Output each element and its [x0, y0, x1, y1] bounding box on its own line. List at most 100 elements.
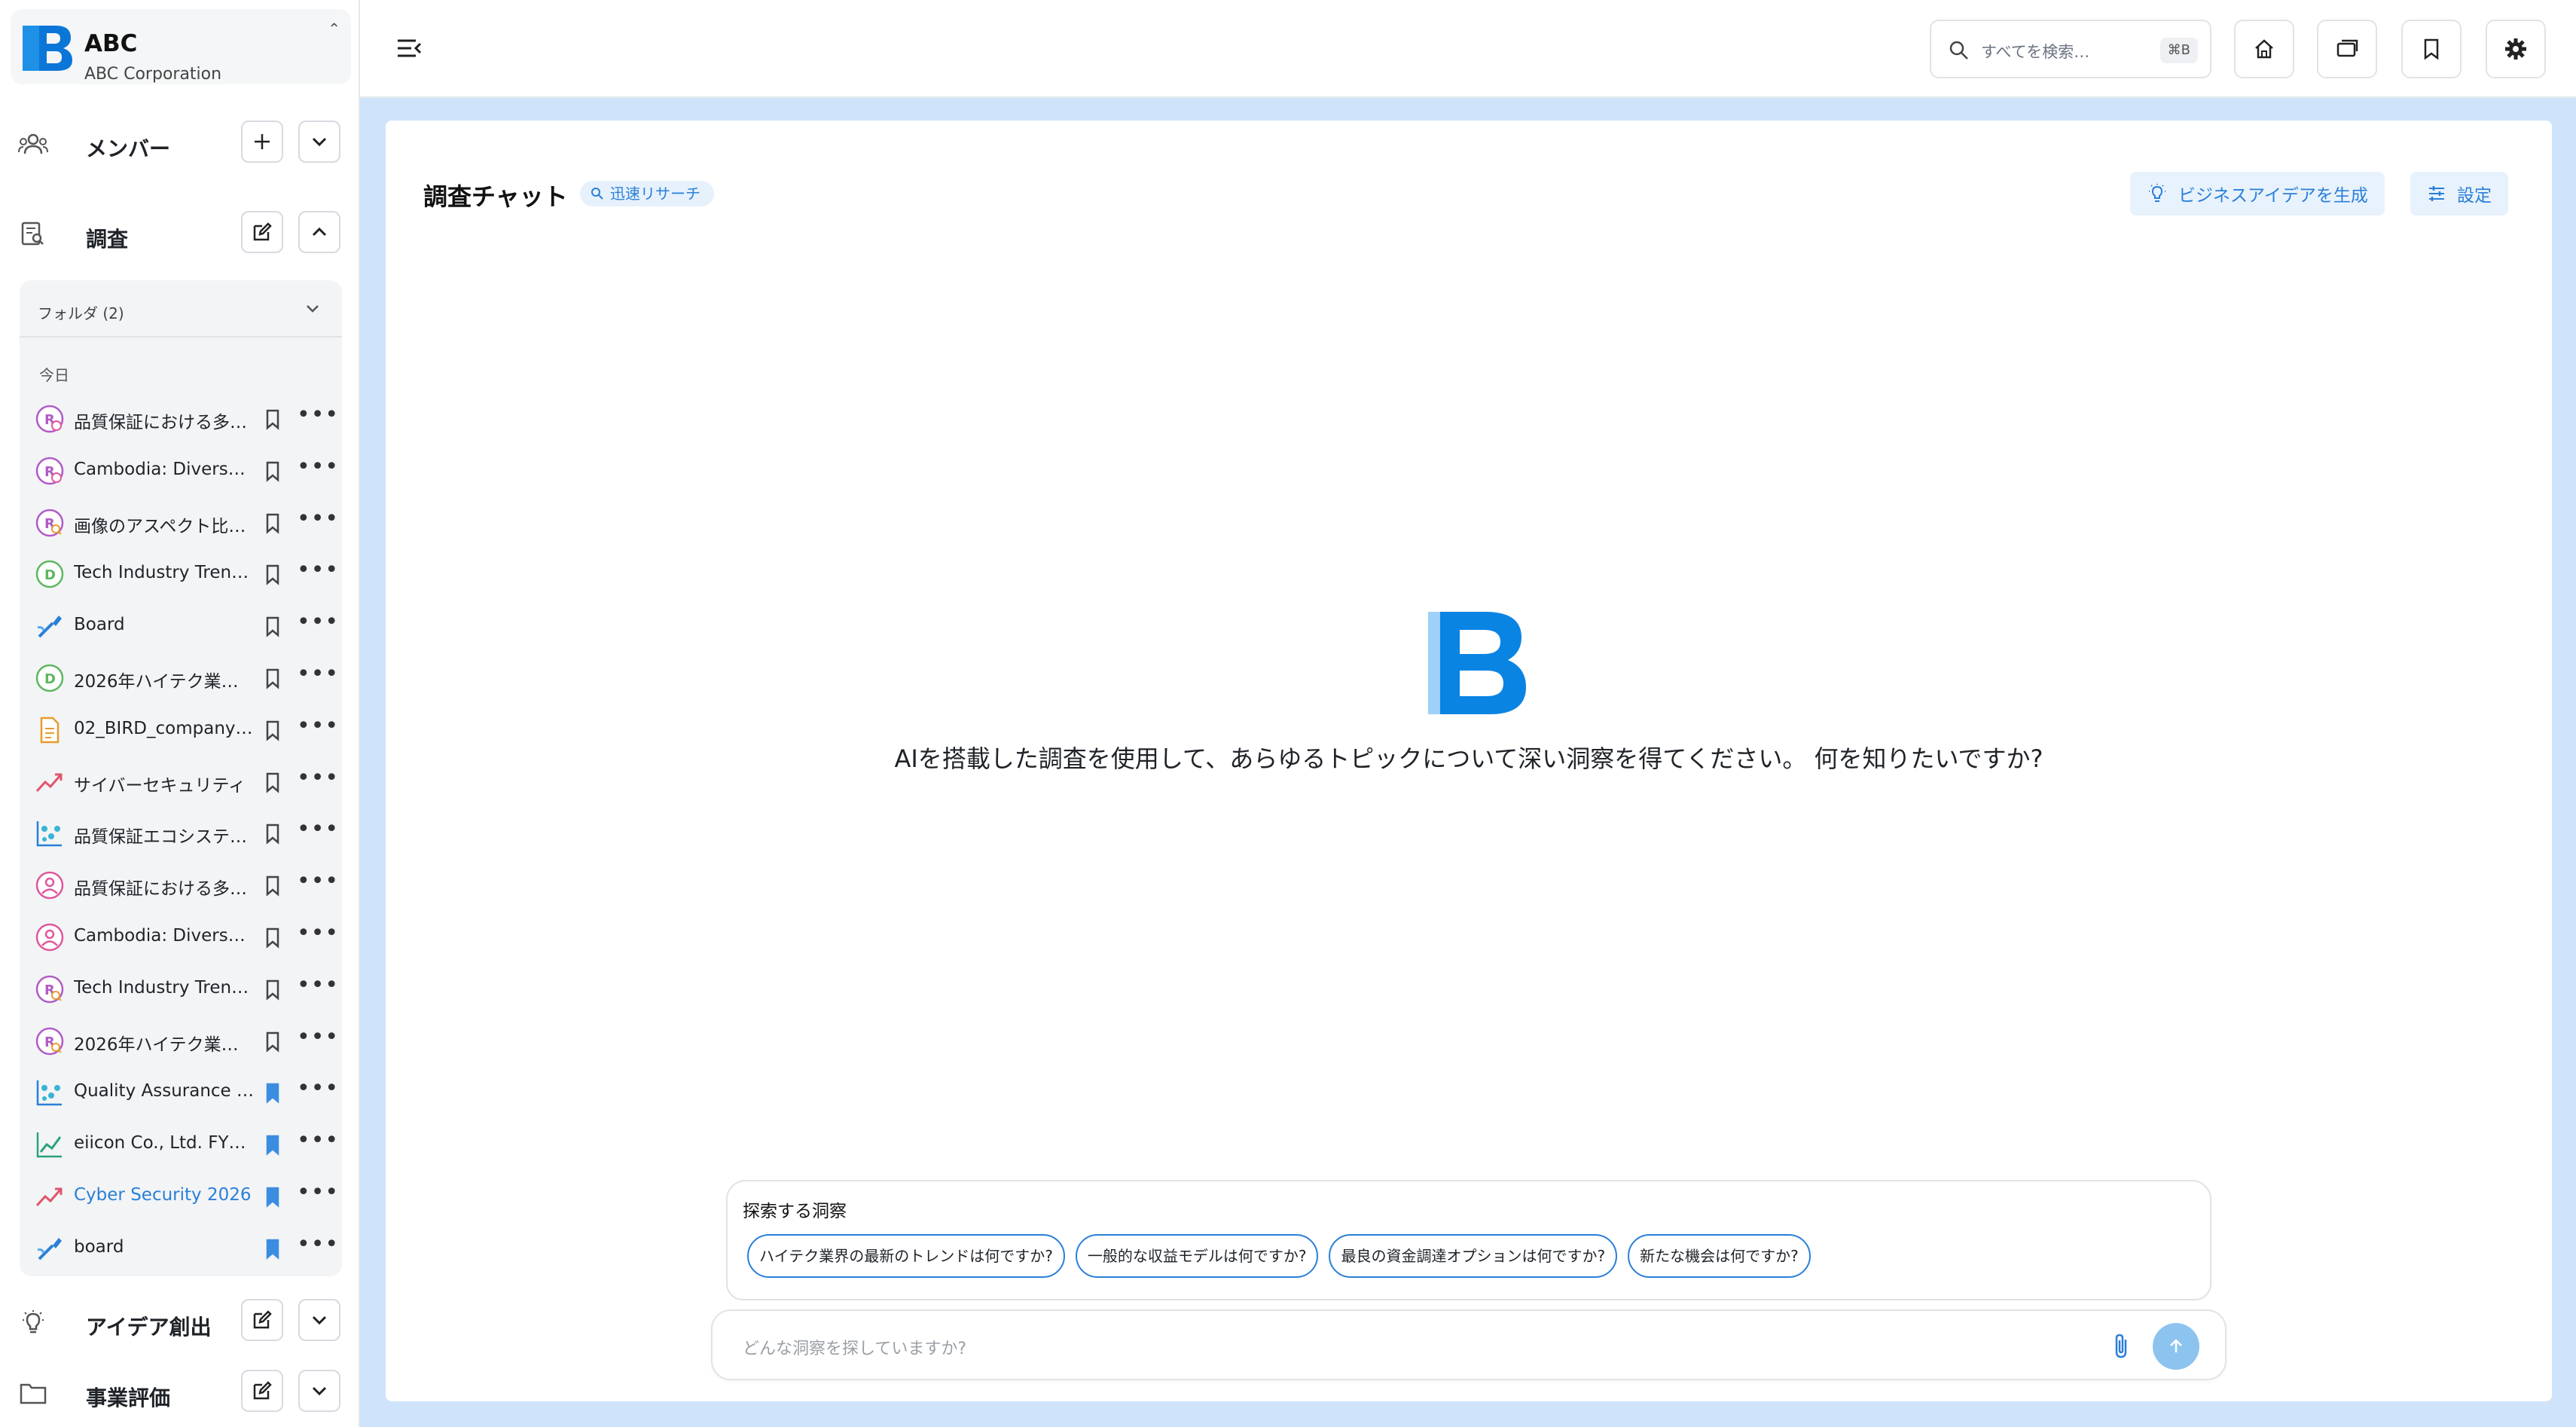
more-options-icon[interactable]: •••: [297, 818, 338, 848]
bookmark-icon[interactable]: [261, 1184, 285, 1209]
bookmark-icon[interactable]: [261, 977, 285, 1001]
list-item[interactable]: 02_BIRD_company_… •••: [20, 704, 342, 756]
library-button[interactable]: [2317, 20, 2377, 78]
ideas-expand-button[interactable]: [298, 1299, 340, 1341]
suggestion-chip[interactable]: 新たな機会は何ですか?: [1628, 1234, 1811, 1278]
list-item[interactable]: 品質保証における多… •••: [20, 860, 342, 911]
list-item-label: 品質保証における多…: [74, 879, 247, 900]
bookmark-icon[interactable]: [261, 511, 285, 535]
new-evaluation-button[interactable]: [241, 1370, 283, 1412]
more-options-icon[interactable]: •••: [297, 507, 338, 538]
section-evaluation[interactable]: 事業評価: [0, 1365, 359, 1419]
composer-input[interactable]: どんな洞察を探していますか?: [743, 1335, 966, 1359]
suggestion-chip[interactable]: 一般的な収益モデルは何ですか?: [1075, 1234, 1319, 1278]
list-item[interactable]: R 2026年ハイテク業… •••: [20, 1016, 342, 1067]
list-item-label: サイバーセキュリティ: [74, 775, 246, 796]
more-options-icon[interactable]: •••: [297, 559, 338, 589]
chevron-up-down-icon[interactable]: ⌃: [328, 20, 340, 38]
more-options-icon[interactable]: •••: [297, 455, 338, 486]
home-button[interactable]: [2234, 20, 2294, 78]
section-research-label: 調査: [86, 227, 129, 252]
more-options-icon[interactable]: •••: [297, 1025, 338, 1056]
chat-settings-button[interactable]: 設定: [2410, 172, 2508, 215]
list-item[interactable]: Cyber Security 2026 •••: [20, 1171, 342, 1222]
org-switcher[interactable]: ABC ABC Corporation ⌃: [11, 9, 351, 84]
home-icon: [2255, 39, 2273, 59]
research-search-icon: R: [35, 509, 64, 536]
list-item[interactable]: Quality Assurance … •••: [20, 1067, 342, 1118]
new-research-button[interactable]: [241, 211, 283, 253]
more-options-icon[interactable]: •••: [297, 1077, 338, 1108]
chevron-down-icon: [312, 1315, 327, 1325]
list-item-label: board: [74, 1236, 124, 1257]
bookmark-icon[interactable]: [261, 873, 285, 897]
paperclip-icon[interactable]: [2107, 1332, 2135, 1361]
message-composer[interactable]: どんな洞察を探していますか?: [711, 1309, 2227, 1380]
bookmark-icon[interactable]: [261, 1080, 285, 1105]
edit-icon: [253, 222, 272, 241]
more-options-icon[interactable]: •••: [297, 404, 338, 434]
bookmark-icon[interactable]: [261, 1236, 285, 1260]
list-item[interactable]: Cambodia: Diverse … •••: [20, 912, 342, 963]
research-list: フォルダ (2) 今日 R 品質保証における多… ••• R Cambodia: Div…: [20, 280, 342, 1276]
list-item[interactable]: board •••: [20, 1223, 342, 1274]
bookmark-icon[interactable]: [261, 562, 285, 586]
folder-toggle[interactable]: フォルダ (2): [20, 280, 342, 338]
send-button[interactable]: [2153, 1323, 2199, 1370]
mode-badge[interactable]: 迅速リサーチ: [580, 181, 714, 206]
section-ideas[interactable]: アイデア創出: [0, 1294, 359, 1349]
suggestion-chip[interactable]: 最良の資金調達オプションは何ですか?: [1329, 1234, 1618, 1278]
bookmark-icon[interactable]: [261, 1132, 285, 1157]
bookmark-icon[interactable]: [261, 925, 285, 949]
bookmark-icon[interactable]: [261, 614, 285, 638]
more-options-icon[interactable]: •••: [297, 1129, 338, 1160]
bookmarks-button[interactable]: [2401, 20, 2462, 78]
bookmark-icon[interactable]: [261, 666, 285, 690]
collapse-sidebar-icon[interactable]: [393, 33, 423, 63]
list-item[interactable]: Board •••: [20, 600, 342, 652]
members-expand-button[interactable]: [298, 121, 340, 163]
bookmark-icon[interactable]: [261, 1029, 285, 1053]
section-research[interactable]: 調査: [0, 206, 359, 261]
bookmark-icon[interactable]: [261, 459, 285, 483]
research-icon: R: [35, 405, 64, 433]
evaluation-expand-button[interactable]: [298, 1370, 340, 1412]
section-members[interactable]: メンバー: [0, 116, 359, 170]
more-options-icon[interactable]: •••: [297, 973, 338, 1004]
list-item[interactable]: サイバーセキュリティ •••: [20, 756, 342, 808]
list-item[interactable]: D Tech Industry Trend… •••: [20, 548, 342, 600]
more-options-icon[interactable]: •••: [297, 1233, 338, 1264]
list-item[interactable]: D 2026年ハイテク業… •••: [20, 652, 342, 704]
list-item[interactable]: 品質保証エコシステ… •••: [20, 808, 342, 859]
bookmark-icon: [2424, 38, 2439, 60]
add-member-button[interactable]: [241, 121, 283, 163]
list-item[interactable]: R 画像のアスペクト比… •••: [20, 497, 342, 548]
bookmark-icon[interactable]: [261, 407, 285, 431]
more-options-icon[interactable]: •••: [297, 922, 338, 952]
bookmark-icon[interactable]: [261, 821, 285, 845]
list-item[interactable]: eiicon Co., Ltd. FY2… •••: [20, 1119, 342, 1170]
settings-gear-button[interactable]: [2486, 20, 2546, 78]
group-label-today: 今日: [39, 366, 69, 384]
list-item[interactable]: R Tech Industry Trend… •••: [20, 964, 342, 1015]
list-item[interactable]: R 品質保証における多… •••: [20, 393, 342, 445]
global-search[interactable]: すべてを検索… ⌘B: [1930, 20, 2211, 78]
more-options-icon[interactable]: •••: [297, 714, 338, 745]
insights-title: 探索する洞察: [743, 1202, 847, 1221]
more-options-icon[interactable]: •••: [297, 663, 338, 693]
new-idea-button[interactable]: [241, 1299, 283, 1341]
suggestion-chip[interactable]: ハイテク業界の最新のトレンドは何ですか?: [747, 1234, 1065, 1278]
more-options-icon[interactable]: •••: [297, 611, 338, 641]
more-options-icon[interactable]: •••: [297, 870, 338, 900]
list-item[interactable]: R Cambodia: Diverse … •••: [20, 445, 342, 497]
bookmark-icon[interactable]: [261, 770, 285, 794]
bookmark-icon[interactable]: [261, 718, 285, 742]
more-options-icon[interactable]: •••: [297, 766, 338, 797]
generate-business-idea-button[interactable]: ビジネスアイデアを生成: [2130, 172, 2385, 215]
scatter-chart-icon: [36, 1080, 62, 1106]
more-options-icon[interactable]: •••: [297, 1181, 338, 1212]
search-icon: [1949, 41, 1968, 60]
research-collapse-button[interactable]: [298, 211, 340, 253]
sliders-icon: [2429, 186, 2444, 201]
insights-panel: 探索する洞察 ハイテク業界の最新のトレンドは何ですか? 一般的な収益モデルは何で…: [726, 1180, 2211, 1300]
